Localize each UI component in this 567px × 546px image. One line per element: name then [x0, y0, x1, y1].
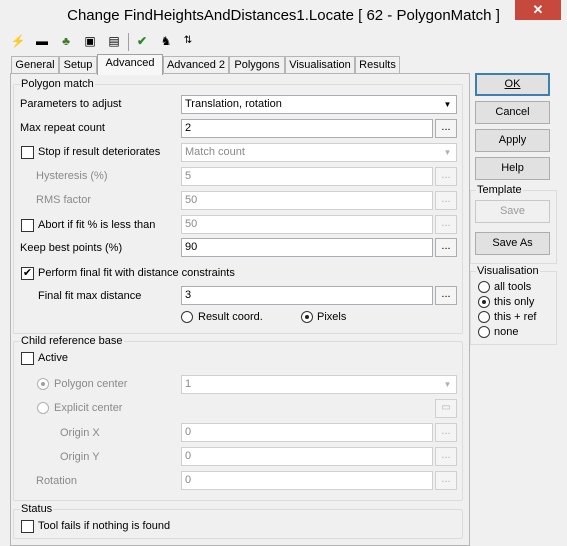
final-fit-checkbox[interactable]: ✔ — [21, 267, 34, 280]
keep-best-ellipsis-button[interactable]: ... — [435, 238, 457, 257]
vis-none-radio[interactable] — [478, 326, 490, 338]
vis-this-only-radio[interactable] — [478, 296, 490, 308]
toolbar: ⚡ ▬ ♣ ▣ ▤ ✔ ♞ ⇅ — [10, 33, 210, 51]
link-icon[interactable]: ▬ — [34, 33, 50, 49]
vis-all-tools-label: all tools — [494, 281, 532, 293]
origin-x-label: Origin X — [60, 427, 100, 439]
toolbar-separator — [128, 33, 129, 51]
abort-ellipsis-button[interactable]: ... — [435, 215, 457, 234]
max-repeat-label: Max repeat count — [20, 122, 105, 134]
origin-y-label: Origin Y — [60, 451, 100, 463]
save-button[interactable]: Save — [475, 200, 550, 223]
polygon-center-label: Polygon center — [54, 378, 128, 390]
origin-x-ellipsis-button[interactable]: ... — [435, 423, 457, 442]
tab-advanced[interactable]: Advanced — [97, 54, 163, 75]
hysteresis-label: Hysteresis (%) — [36, 170, 108, 182]
polygon-center-value: 1 — [185, 378, 192, 390]
chevron-down-icon: ▼ — [443, 100, 452, 109]
tool-fails-checkbox[interactable] — [21, 520, 34, 533]
folder-icon: ▭ — [441, 402, 451, 413]
result-coord-label: Result coord. — [198, 311, 263, 323]
sort-icon[interactable]: ⇅ — [180, 33, 196, 49]
rotation-ellipsis-button[interactable]: ... — [435, 471, 457, 490]
ok-label: OK — [504, 78, 521, 90]
person-icon[interactable]: ♞ — [158, 33, 174, 49]
result-coord-radio[interactable] — [181, 311, 193, 323]
pixels-label: Pixels — [317, 311, 347, 323]
vis-this-only-label: this only — [494, 296, 535, 308]
polygon-center-radio[interactable] — [37, 378, 49, 390]
child-reference-legend: Child reference base — [20, 335, 124, 347]
template-legend: Template — [476, 184, 523, 196]
params-label: Parameters to adjust — [20, 98, 122, 110]
frog-icon[interactable]: ♣ — [58, 33, 74, 49]
max-repeat-field[interactable]: 2 — [181, 119, 433, 138]
polygon-center-dropdown[interactable]: 1 ▼ — [181, 375, 457, 394]
max-repeat-ellipsis-button[interactable]: ... — [435, 119, 457, 138]
console-icon[interactable]: ▣ — [82, 33, 98, 49]
params-value: Translation, rotation — [185, 98, 282, 110]
status-legend: Status — [20, 503, 54, 515]
final-fit-max-ellipsis-button[interactable]: ... — [435, 286, 457, 305]
title-bar: Change FindHeightsAndDistances1.Locate [… — [0, 0, 567, 31]
final-fit-label: Perform final fit with distance constrai… — [38, 267, 235, 279]
rms-field[interactable]: 50 — [181, 191, 433, 210]
origin-y-field[interactable]: 0 — [181, 447, 433, 466]
lightning-icon[interactable]: ⚡ — [10, 33, 26, 49]
origin-y-ellipsis-button[interactable]: ... — [435, 447, 457, 466]
explicit-center-label: Explicit center — [54, 402, 123, 414]
vis-this-ref-label: this + ref — [494, 311, 537, 323]
rms-label: RMS factor — [36, 194, 92, 206]
polygon-match-legend: Polygon match — [20, 78, 95, 90]
final-fit-max-field[interactable]: 3 — [181, 286, 433, 305]
active-checkbox[interactable] — [21, 352, 34, 365]
stop-checkbox[interactable] — [21, 146, 34, 159]
hysteresis-ellipsis-button[interactable]: ... — [435, 167, 457, 186]
keep-best-field[interactable]: 90 — [181, 238, 433, 257]
stop-value: Match count — [185, 146, 245, 158]
cancel-button[interactable]: Cancel — [475, 101, 550, 124]
advanced-panel: Polygon match Parameters to adjust Trans… — [10, 73, 470, 546]
ok-button[interactable]: OK — [475, 73, 550, 96]
active-label: Active — [38, 352, 68, 364]
hysteresis-field[interactable]: 5 — [181, 167, 433, 186]
chevron-down-icon: ▼ — [443, 380, 452, 389]
tab-bar: General Setup Advanced Advanced 2 Polygo… — [11, 54, 401, 75]
vis-all-tools-radio[interactable] — [478, 281, 490, 293]
explicit-center-radio[interactable] — [37, 402, 49, 414]
save-as-button[interactable]: Save As — [475, 232, 550, 255]
stop-dropdown[interactable]: Match count ▼ — [181, 143, 457, 162]
document-icon[interactable]: ▤ — [106, 33, 122, 49]
origin-x-field[interactable]: 0 — [181, 423, 433, 442]
check-icon[interactable]: ✔ — [134, 33, 150, 49]
abort-label: Abort if fit % is less than — [38, 219, 156, 231]
tool-fails-label: Tool fails if nothing is found — [38, 520, 171, 532]
close-button[interactable]: ✕ — [515, 0, 561, 20]
window-title: Change FindHeightsAndDistances1.Locate [… — [67, 7, 500, 24]
visualisation-legend: Visualisation — [476, 265, 540, 277]
vis-this-ref-radio[interactable] — [478, 311, 490, 323]
chevron-down-icon: ▼ — [443, 148, 452, 157]
abort-checkbox[interactable] — [21, 219, 34, 232]
apply-button[interactable]: Apply — [475, 129, 550, 152]
stop-label: Stop if result deteriorates — [38, 146, 161, 158]
rotation-field[interactable]: 0 — [181, 471, 433, 490]
vis-none-label: none — [494, 326, 519, 338]
help-button[interactable]: Help — [475, 157, 550, 180]
params-dropdown[interactable]: Translation, rotation ▼ — [181, 95, 457, 114]
rms-ellipsis-button[interactable]: ... — [435, 191, 457, 210]
pixels-radio[interactable] — [301, 311, 313, 323]
explicit-center-picker-button[interactable]: ▭ — [435, 399, 457, 418]
final-fit-max-label: Final fit max distance — [38, 290, 142, 302]
abort-field[interactable]: 50 — [181, 215, 433, 234]
rotation-label: Rotation — [36, 475, 77, 487]
keep-best-label: Keep best points (%) — [20, 242, 123, 254]
